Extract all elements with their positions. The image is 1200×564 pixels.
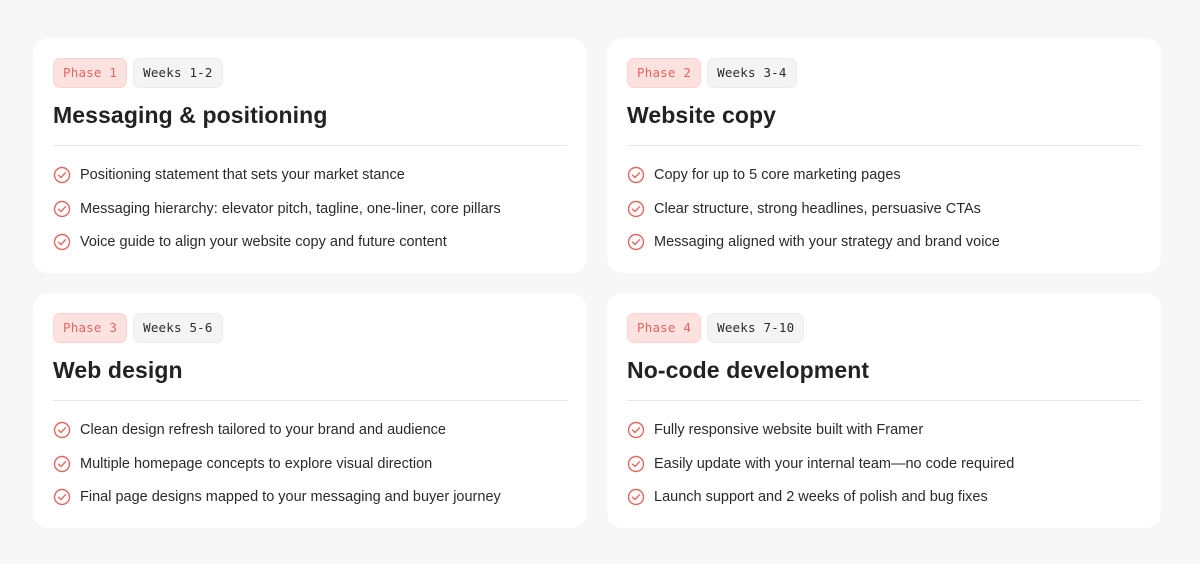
check-circle-icon bbox=[53, 166, 71, 184]
weeks-badge: Weeks 1-2 bbox=[133, 58, 223, 88]
weeks-badge: Weeks 5-6 bbox=[133, 313, 223, 343]
check-circle-icon bbox=[627, 166, 645, 184]
phase-card-4: Phase 4 Weeks 7-10 No-code development F… bbox=[607, 293, 1161, 528]
card-title: Web design bbox=[53, 357, 183, 383]
divider bbox=[53, 145, 567, 146]
check-circle-icon bbox=[53, 200, 71, 217]
list-item: Launch support and 2 weeks of polish and… bbox=[627, 487, 1141, 507]
check-circle-icon bbox=[627, 233, 645, 251]
badge-row: Phase 2 Weeks 3-4 bbox=[627, 58, 1141, 88]
deliverables-list: Copy for up to 5 core marketing pages Cl… bbox=[627, 165, 1141, 252]
divider bbox=[627, 400, 1141, 401]
check-circle-icon bbox=[627, 455, 645, 472]
list-item-text: Messaging hierarchy: elevator pitch, tag… bbox=[80, 200, 501, 217]
list-item: Messaging aligned with your strategy and… bbox=[627, 232, 1141, 252]
card-title: No-code development bbox=[627, 357, 870, 383]
phase-badge: Phase 1 bbox=[53, 58, 128, 88]
check-circle-icon bbox=[53, 233, 71, 251]
badge-row: Phase 1 Weeks 1-2 bbox=[53, 58, 567, 88]
check-circle-icon bbox=[627, 488, 645, 506]
list-item-text: Clean design refresh tailored to your br… bbox=[80, 422, 446, 438]
list-item: Easily update with your internal team—no… bbox=[627, 454, 1141, 474]
deliverables-list: Clean design refresh tailored to your br… bbox=[53, 420, 567, 507]
list-item: Copy for up to 5 core marketing pages bbox=[627, 165, 1141, 185]
list-item-text: Messaging aligned with your strategy and… bbox=[654, 234, 1000, 250]
check-circle-icon bbox=[53, 421, 71, 439]
divider bbox=[53, 400, 567, 401]
phase-badge: Phase 4 bbox=[627, 313, 702, 343]
phase-badge: Phase 2 bbox=[627, 58, 702, 88]
badge-row: Phase 3 Weeks 5-6 bbox=[53, 313, 567, 343]
check-circle-icon bbox=[627, 200, 645, 217]
check-circle-icon bbox=[53, 455, 71, 472]
card-title: Website copy bbox=[627, 102, 777, 128]
list-item-text: Clear structure, strong headlines, persu… bbox=[654, 200, 981, 217]
list-item-text: Positioning statement that sets your mar… bbox=[80, 167, 405, 183]
deliverables-list: Positioning statement that sets your mar… bbox=[53, 165, 567, 252]
card-title: Messaging & positioning bbox=[53, 102, 328, 128]
phase-card-2: Phase 2 Weeks 3-4 Website copy Copy for … bbox=[607, 38, 1161, 273]
list-item-text: Voice guide to align your website copy a… bbox=[80, 234, 447, 250]
list-item-text: Fully responsive website built with Fram… bbox=[654, 422, 924, 438]
list-item-text: Launch support and 2 weeks of polish and… bbox=[654, 489, 988, 505]
list-item-text: Final page designs mapped to your messag… bbox=[80, 489, 501, 505]
deliverables-list: Fully responsive website built with Fram… bbox=[627, 420, 1141, 507]
list-item: Messaging hierarchy: elevator pitch, tag… bbox=[53, 199, 567, 219]
phases-grid: Phase 1 Weeks 1-2 Messaging & positionin… bbox=[33, 38, 1161, 528]
list-item-text: Multiple homepage concepts to explore vi… bbox=[80, 455, 433, 472]
list-item: Voice guide to align your website copy a… bbox=[53, 232, 567, 252]
list-item: Fully responsive website built with Fram… bbox=[627, 420, 1141, 440]
list-item: Positioning statement that sets your mar… bbox=[53, 165, 567, 185]
list-item: Final page designs mapped to your messag… bbox=[53, 487, 567, 507]
phase-card-3: Phase 3 Weeks 5-6 Web design Clean desig… bbox=[33, 293, 587, 528]
weeks-badge: Weeks 7-10 bbox=[707, 313, 805, 343]
badge-row: Phase 4 Weeks 7-10 bbox=[627, 313, 1141, 343]
list-item-text: Copy for up to 5 core marketing pages bbox=[654, 167, 901, 183]
check-circle-icon bbox=[627, 421, 645, 439]
phase-card-1: Phase 1 Weeks 1-2 Messaging & positionin… bbox=[33, 38, 587, 273]
list-item: Multiple homepage concepts to explore vi… bbox=[53, 454, 567, 474]
check-circle-icon bbox=[53, 488, 71, 506]
list-item: Clear structure, strong headlines, persu… bbox=[627, 199, 1141, 219]
list-item-text: Easily update with your internal team—no… bbox=[654, 455, 1015, 472]
divider bbox=[627, 145, 1141, 146]
weeks-badge: Weeks 3-4 bbox=[707, 58, 797, 88]
list-item: Clean design refresh tailored to your br… bbox=[53, 420, 567, 440]
phase-badge: Phase 3 bbox=[53, 313, 128, 343]
